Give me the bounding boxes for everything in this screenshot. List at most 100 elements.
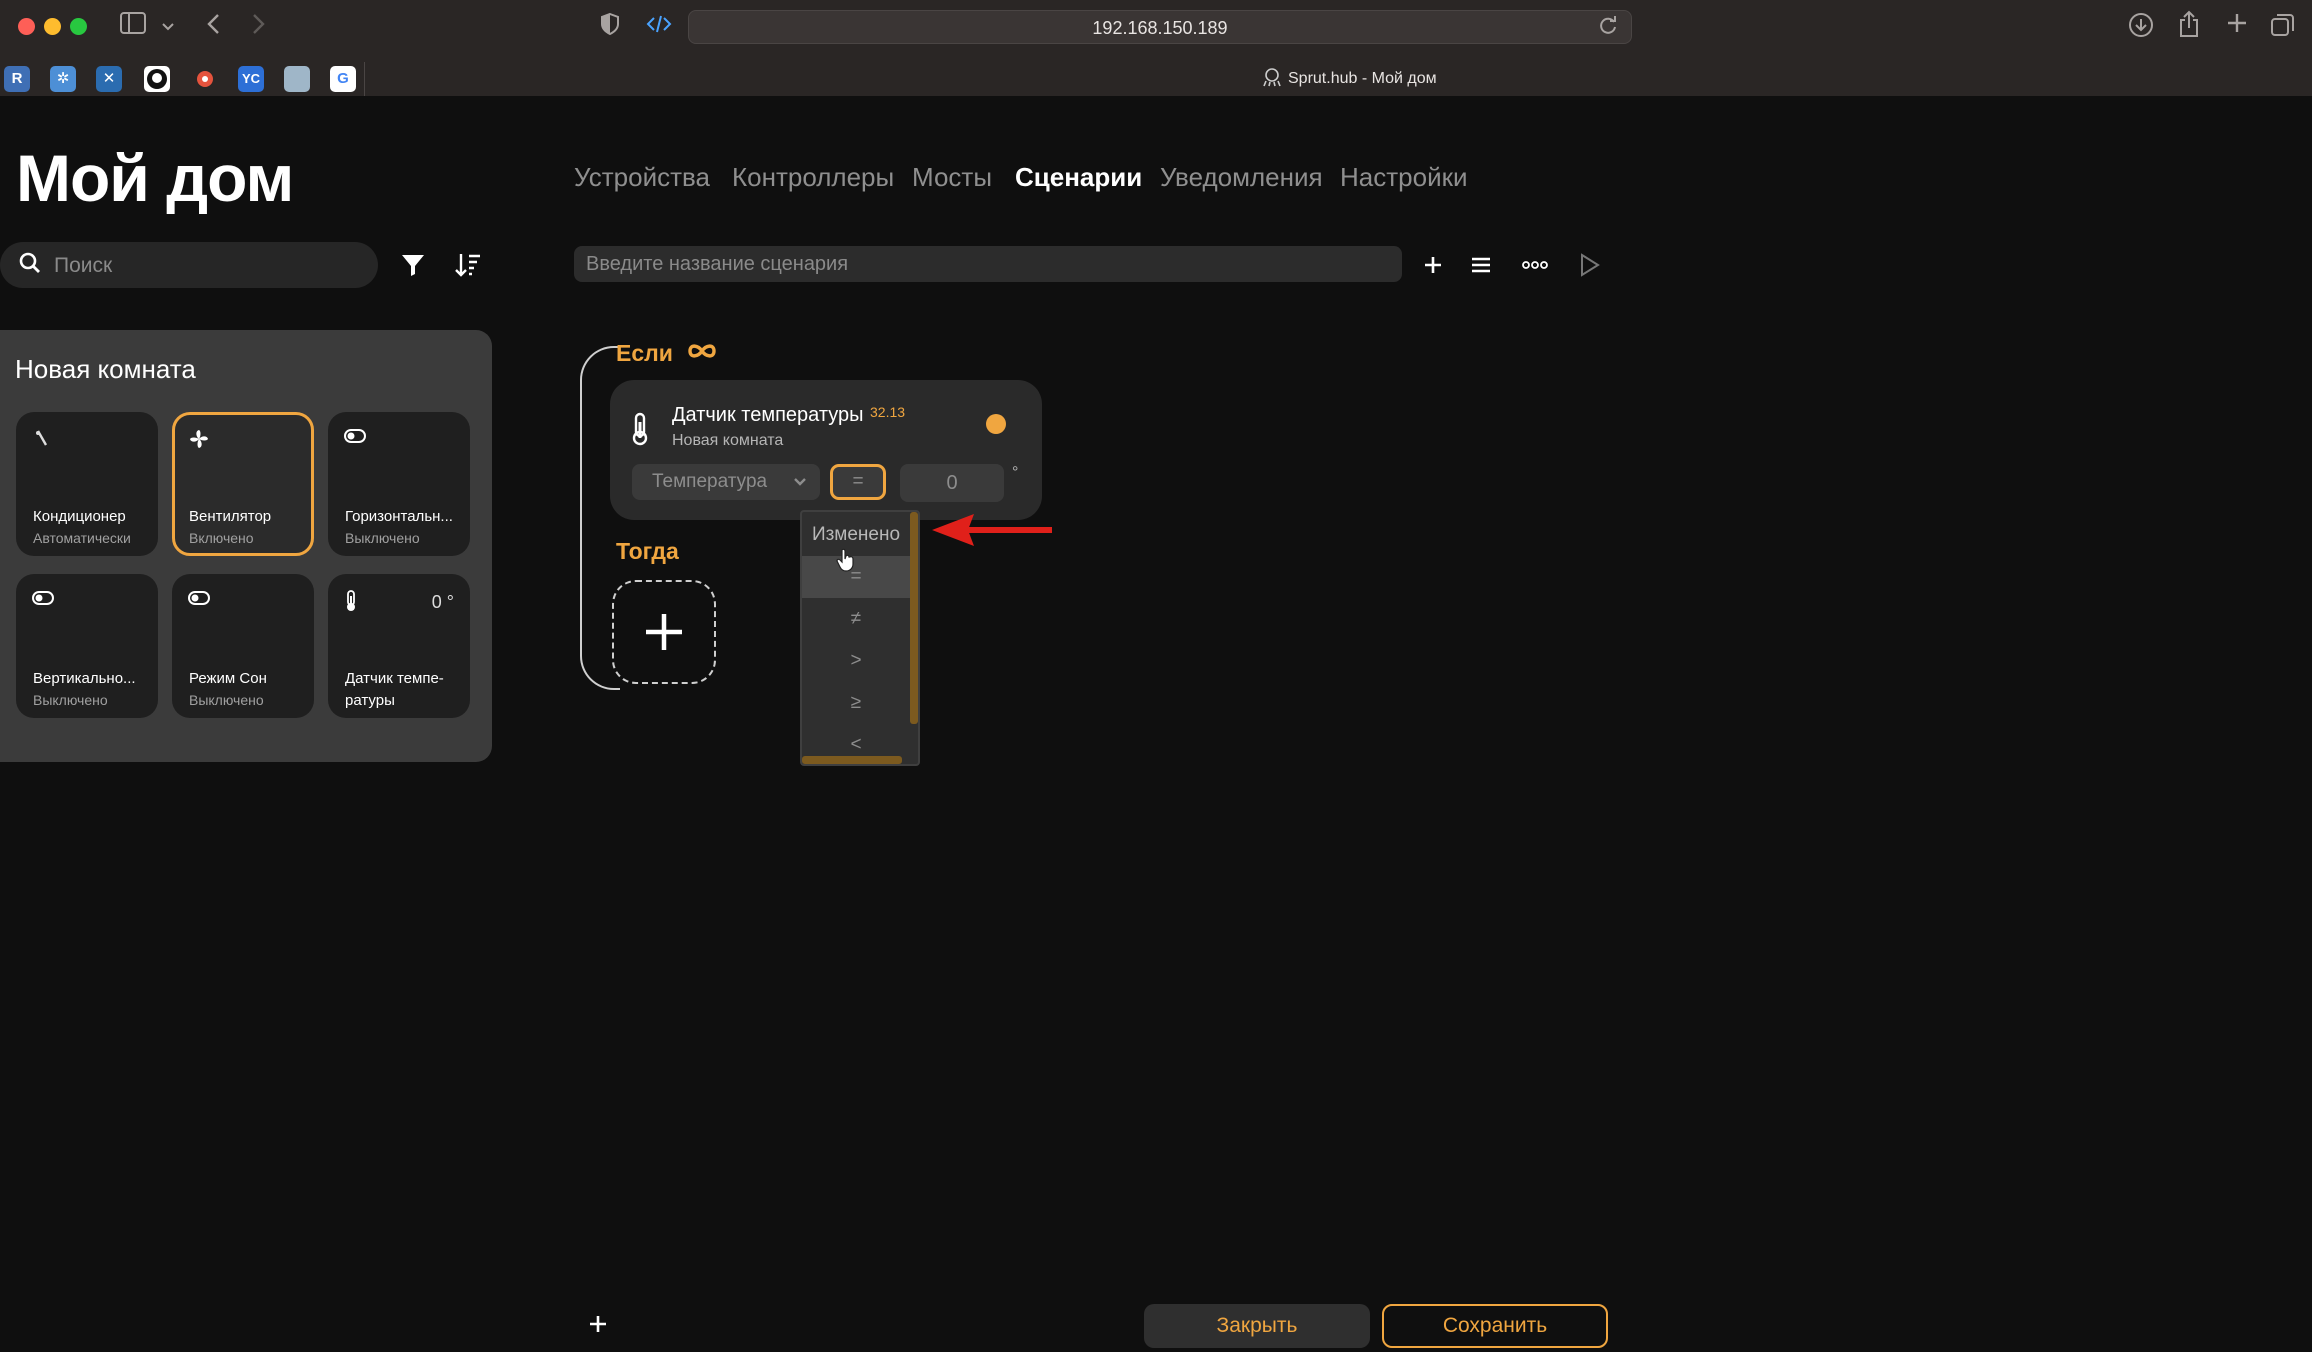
dropdown-horizontal-scrollbar[interactable] [802, 756, 902, 764]
toggle-icon [32, 590, 54, 612]
sprut-hub-tab-favicon-icon [1262, 67, 1284, 89]
operator-option-not-equal[interactable]: ≠ [802, 598, 910, 640]
characteristic-select[interactable]: Температура [632, 464, 820, 500]
save-button[interactable]: Сохранить [1382, 1304, 1608, 1348]
favorite-yc-icon[interactable]: YC [238, 66, 264, 92]
close-button[interactable]: Закрыть [1144, 1304, 1370, 1348]
thermometer-icon [344, 590, 366, 612]
tile-name: Вертикально... [33, 670, 136, 687]
new-tab-icon[interactable] [2222, 12, 2252, 41]
operator-select[interactable]: = [830, 464, 886, 500]
favorite-image-icon[interactable] [284, 66, 310, 92]
favorites-and-tab-bar: R ✲ ✕ YC G Sprut.hub - Мой дом [0, 62, 2312, 96]
tab-bridges[interactable]: Мосты [912, 162, 992, 193]
add-icon[interactable] [1418, 250, 1448, 280]
url-text[interactable]: 192.168.150.189 [689, 11, 1631, 45]
tile-name: Горизонтальн... [345, 508, 453, 525]
add-action-button[interactable] [612, 580, 716, 684]
forward-icon[interactable] [246, 12, 270, 43]
tab-overview-icon[interactable] [2268, 12, 2298, 45]
operator-option-changed[interactable]: Изменено [802, 514, 910, 556]
run-icon[interactable] [1574, 250, 1604, 280]
favorite-google-icon[interactable]: G [330, 66, 356, 92]
ac-icon [32, 428, 54, 450]
more-icon[interactable] [1520, 250, 1550, 280]
footer-add-icon[interactable] [586, 1312, 610, 1336]
active-tab-title[interactable]: Sprut.hub - Мой дом [1288, 66, 1437, 92]
dropdown-vertical-scrollbar[interactable] [910, 512, 918, 724]
favorite-snowflake-icon[interactable]: ✲ [50, 66, 76, 92]
condition-value-input[interactable] [900, 464, 1004, 502]
sidebar-toggle-icon[interactable] [118, 12, 148, 41]
chevron-down-icon [792, 474, 808, 490]
device-tile-fan[interactable]: Вентилятор Включено [172, 412, 314, 556]
condition-card[interactable]: Датчик температуры 32.13 Новая комната Т… [610, 380, 1042, 520]
tab-settings[interactable]: Настройки [1340, 162, 1468, 193]
scenario-name-input[interactable] [574, 246, 1402, 282]
device-tile-vertical[interactable]: Вертикально... Выключено [16, 574, 158, 718]
tile-status: Выключено [189, 692, 264, 708]
characteristic-select-value: Температура [652, 471, 768, 492]
device-current-value: 32.13 [870, 404, 906, 420]
tile-value: 0 ° [431, 592, 454, 612]
toggle-icon [344, 428, 366, 450]
tile-status: Выключено [33, 692, 108, 708]
plus-icon [614, 582, 714, 682]
hand-cursor-icon [836, 548, 856, 572]
maximize-window-button[interactable] [70, 18, 87, 35]
unit-label: ° [1012, 464, 1019, 481]
tile-name: Датчик темпе-ратуры [345, 670, 444, 709]
tile-name: Режим Сон [189, 670, 267, 687]
reload-icon[interactable] [1597, 15, 1619, 43]
fan-icon [188, 428, 210, 450]
toggle-icon [188, 590, 210, 612]
operator-option-greater-equal[interactable]: ≥ [802, 682, 910, 724]
minimize-window-button[interactable] [44, 18, 61, 35]
favorite-vscode-icon[interactable]: ✕ [96, 66, 122, 92]
tab-devices[interactable]: Устройства [574, 162, 710, 193]
list-icon[interactable] [1466, 250, 1496, 280]
page-title: Мой дом [16, 141, 294, 215]
operator-dropdown: Изменено = ≠ > ≥ < [800, 510, 920, 766]
thermometer-icon [630, 412, 650, 446]
favorite-github-icon[interactable] [144, 66, 170, 92]
downloads-icon[interactable] [2126, 12, 2156, 45]
share-icon[interactable] [2174, 10, 2204, 45]
tab-controllers[interactable]: Контроллеры [732, 162, 894, 193]
tile-status: Автоматически [33, 530, 131, 546]
tile-status: Включено [189, 530, 254, 546]
device-tile-sleep-mode[interactable]: Режим Сон Выключено [172, 574, 314, 718]
status-dot [986, 414, 1006, 434]
search-icon [18, 251, 42, 275]
tab-notifications[interactable]: Уведомления [1160, 162, 1323, 193]
device-name: Датчик температуры [672, 404, 864, 426]
browser-toolbar: 192.168.150.189 [0, 0, 2312, 53]
search-input[interactable] [52, 242, 366, 290]
favorite-flower-icon[interactable] [192, 66, 218, 92]
browser-chrome: 192.168.150.189 R ✲ ✕ YC G Sprut.hub - М… [0, 0, 2312, 96]
tab-scenarios[interactable]: Сценарии [1015, 162, 1142, 193]
search-box[interactable] [0, 242, 378, 290]
filter-icon[interactable] [400, 252, 426, 278]
operator-option-equal[interactable]: = [802, 556, 910, 598]
device-tile-horizontal[interactable]: Горизонтальн... Выключено [328, 412, 470, 556]
developer-code-icon[interactable] [644, 12, 674, 43]
operator-option-greater[interactable]: > [802, 640, 910, 682]
if-label: Если [616, 340, 673, 366]
then-label: Тогда [616, 538, 679, 564]
device-tile-temperature-sensor[interactable]: 0 ° Датчик темпе-ратуры [328, 574, 470, 718]
privacy-shield-icon[interactable] [596, 12, 624, 43]
sort-icon[interactable] [454, 252, 482, 278]
tile-name: Вентилятор [189, 508, 272, 525]
tab-divider [364, 62, 365, 96]
favorite-r-icon[interactable]: R [4, 66, 30, 92]
address-bar[interactable]: 192.168.150.189 [688, 10, 1632, 44]
operator-select-value: = [852, 471, 864, 492]
back-icon[interactable] [202, 12, 226, 43]
infinity-icon[interactable] [686, 332, 718, 369]
chevron-down-icon[interactable] [156, 14, 180, 42]
tile-status: Выключено [345, 530, 420, 546]
device-tile-ac[interactable]: Кондиционер Автоматически [16, 412, 158, 556]
tile-name: Кондиционер [33, 508, 126, 525]
close-window-button[interactable] [18, 18, 35, 35]
